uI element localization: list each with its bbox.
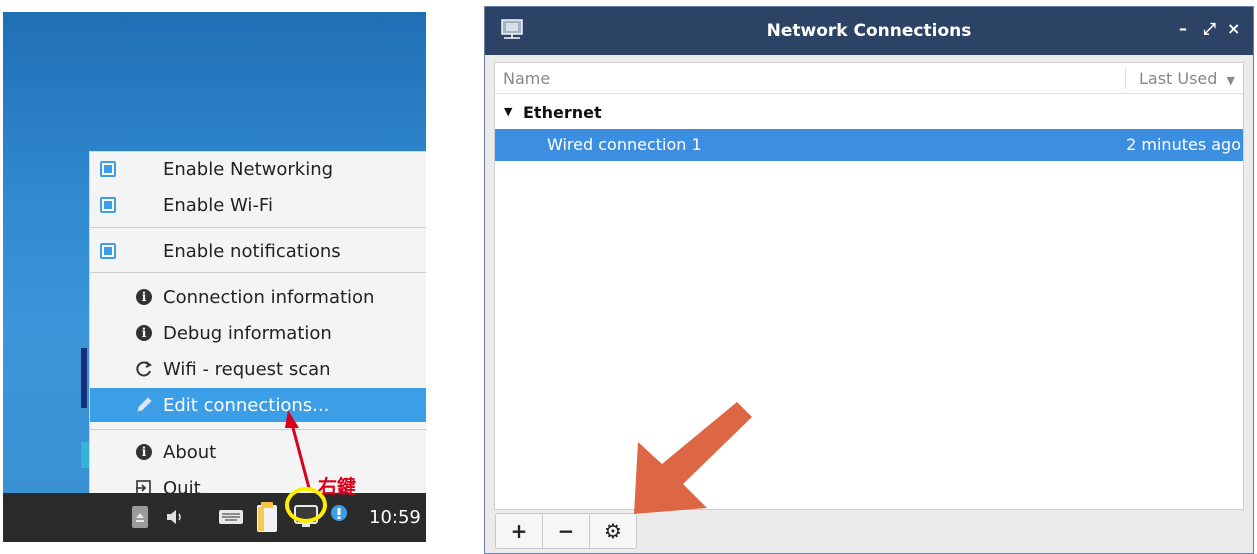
- menu-separator: [90, 429, 426, 430]
- annotation-arrow-up-icon: [285, 410, 311, 489]
- annotation-arrow-down-left-icon: [634, 402, 752, 514]
- menu-item-enable-networking[interactable]: Enable Networking: [90, 152, 426, 186]
- minimize-button[interactable]: –: [1179, 19, 1187, 38]
- menu-item-label: Enable Networking: [163, 158, 334, 180]
- notification-icon[interactable]: [330, 504, 348, 530]
- window-edge: [81, 348, 87, 408]
- menu-item-connection-information[interactable]: i Connection information: [90, 280, 426, 314]
- checkbox-checked-icon[interactable]: [100, 243, 116, 259]
- menu-item-edit-connections[interactable]: Edit connections...: [90, 388, 426, 422]
- checkbox-checked-icon[interactable]: [100, 197, 116, 213]
- menu-item-label: Debug information: [163, 322, 332, 344]
- info-icon: i: [135, 324, 153, 342]
- info-icon: i: [135, 443, 153, 461]
- pencil-icon: [135, 396, 153, 414]
- info-icon: i: [135, 288, 153, 306]
- window-edge-accent: [81, 442, 89, 468]
- menu-item-enable-notifications[interactable]: Enable notifications: [90, 234, 426, 268]
- restore-button[interactable]: ⤢: [1203, 19, 1216, 39]
- column-header-last-used[interactable]: Last Used ▼: [1139, 69, 1235, 88]
- menu-item-wifi-request-scan[interactable]: Wifi - request scan: [90, 352, 426, 386]
- connection-name: Wired connection 1: [547, 135, 702, 154]
- connection-row-wired-1[interactable]: Wired connection 1 2 minutes ago: [495, 129, 1243, 161]
- close-button[interactable]: ×: [1227, 19, 1240, 38]
- remove-connection-button[interactable]: −: [543, 514, 590, 548]
- group-row-ethernet[interactable]: ▼ Ethernet: [495, 99, 1243, 127]
- menu-item-label: Enable notifications: [163, 240, 341, 262]
- group-label: Ethernet: [523, 103, 602, 122]
- removable-drive-icon[interactable]: [131, 505, 149, 533]
- menu-item-label: Wifi - request scan: [163, 358, 331, 380]
- list-header: Name Last Used ▼: [495, 63, 1243, 94]
- connection-toolbar: + − ⚙: [495, 513, 637, 549]
- clock[interactable]: 10:59: [369, 507, 421, 528]
- network-connections-window: Network Connections – ⤢ × Name Last Used…: [484, 6, 1254, 554]
- sort-down-icon: ▼: [1226, 74, 1235, 87]
- keyboard-icon[interactable]: [218, 509, 244, 529]
- menu-item-label: About: [163, 441, 217, 463]
- column-divider[interactable]: [1125, 67, 1126, 89]
- taskbar: 10:59: [3, 493, 426, 542]
- column-header-name[interactable]: Name: [503, 69, 550, 88]
- connection-last-used: 2 minutes ago: [1126, 135, 1241, 154]
- window-titlebar[interactable]: Network Connections – ⤢ ×: [485, 7, 1253, 55]
- speaker-icon[interactable]: [165, 507, 187, 531]
- menu-separator: [90, 227, 426, 228]
- menu-item-label: Connection information: [163, 286, 375, 308]
- menu-item-label: Enable Wi-Fi: [163, 194, 273, 216]
- window-title: Network Connections: [766, 21, 972, 41]
- menu-separator: [90, 272, 426, 273]
- column-header-last-used-label: Last Used: [1138, 69, 1218, 88]
- refresh-icon: [135, 360, 153, 378]
- clipboard-icon[interactable]: [255, 501, 279, 537]
- desktop-panel: Enable Networking Enable Wi-Fi Enable no…: [3, 12, 426, 542]
- network-tray-menu: Enable Networking Enable Wi-Fi Enable no…: [89, 151, 426, 507]
- menu-item-about[interactable]: i About: [90, 435, 426, 469]
- annotation-label: 右鍵: [318, 476, 357, 498]
- edit-connection-settings-button[interactable]: ⚙: [590, 514, 636, 548]
- add-connection-button[interactable]: +: [496, 514, 543, 548]
- menu-item-debug-information[interactable]: i Debug information: [90, 316, 426, 350]
- expander-down-icon[interactable]: ▼: [504, 105, 512, 118]
- connections-list[interactable]: Name Last Used ▼ ▼ Ethernet Wired connec…: [494, 62, 1244, 510]
- menu-item-enable-wifi[interactable]: Enable Wi-Fi: [90, 188, 426, 222]
- checkbox-checked-icon[interactable]: [100, 161, 116, 177]
